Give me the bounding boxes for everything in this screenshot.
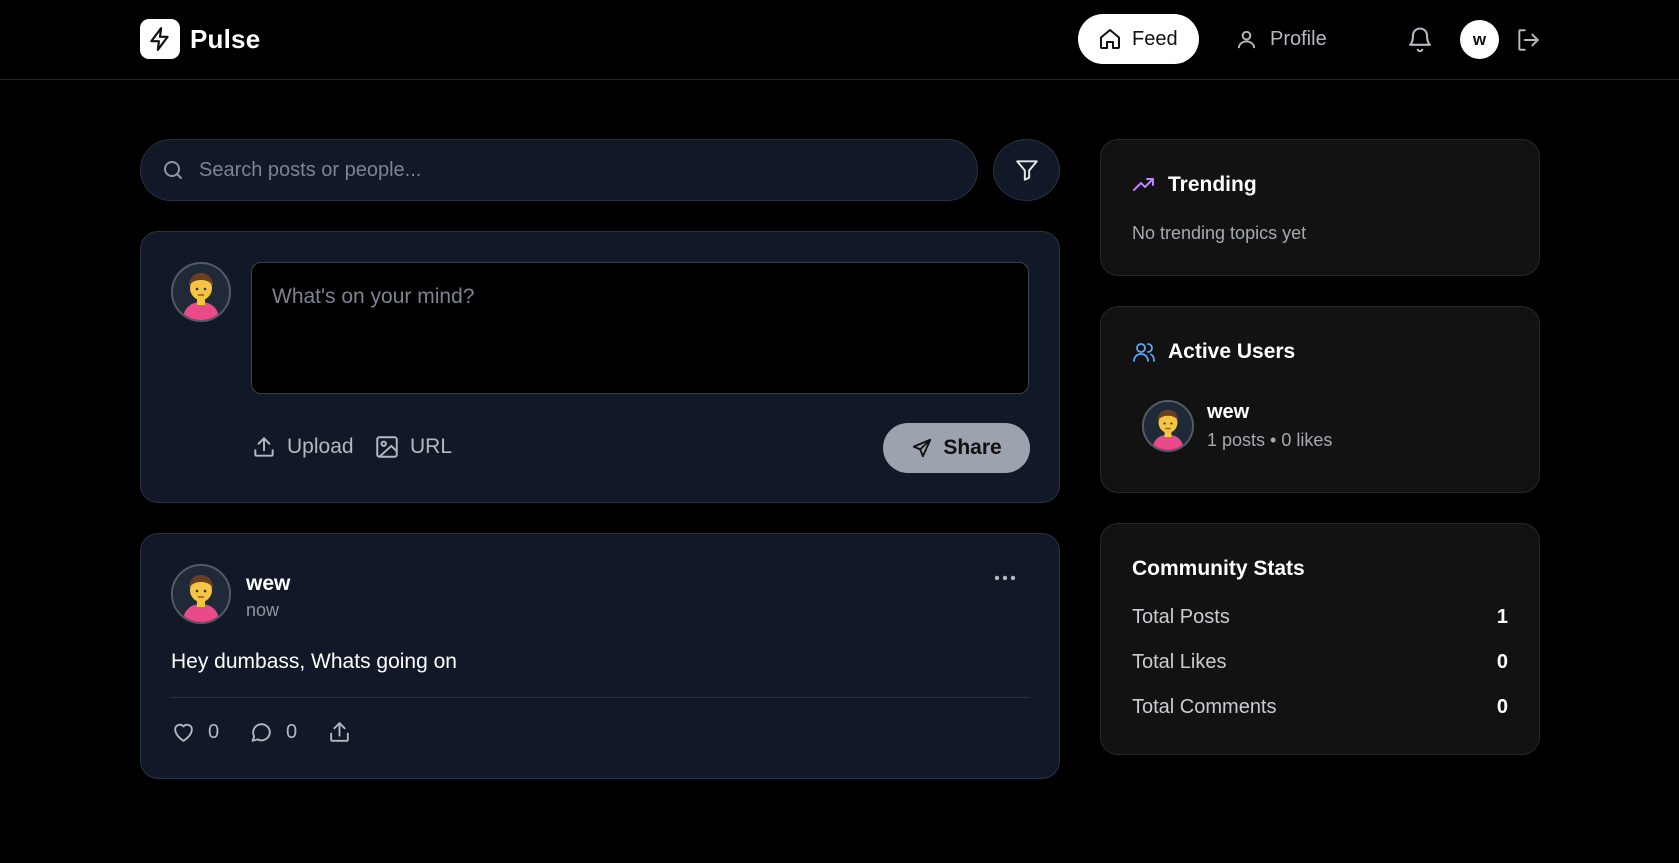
search-input[interactable] (199, 158, 899, 182)
user-icon (1235, 28, 1258, 51)
post-textarea[interactable] (251, 262, 1029, 394)
trending-title-row: Trending (1132, 173, 1257, 197)
stat-value: 1 (1496, 606, 1508, 628)
heart-icon (171, 720, 196, 745)
top-navbar: Pulse Feed Profile w (0, 0, 1679, 80)
trending-icon (1132, 173, 1156, 197)
stat-value: 0 (1496, 651, 1508, 673)
share-icon (327, 720, 352, 745)
divider (171, 697, 1029, 698)
community-stats-title: Community Stats (1132, 557, 1305, 580)
stat-label: Total Comments (1132, 696, 1277, 718)
url-button[interactable]: URL (374, 434, 452, 460)
nav-feed-label: Feed (1132, 27, 1178, 50)
more-icon[interactable] (993, 574, 1017, 582)
share-button[interactable] (327, 720, 352, 745)
filter-button[interactable] (993, 139, 1060, 201)
share-post-button[interactable]: Share (883, 423, 1030, 473)
search-bar[interactable] (140, 139, 978, 201)
nav-feed[interactable]: Feed (1078, 14, 1199, 64)
bell-icon[interactable] (1406, 24, 1434, 54)
nav-profile-label: Profile (1270, 27, 1327, 50)
avatar[interactable] (171, 564, 231, 624)
url-label: URL (410, 435, 453, 458)
active-user-meta: 1 posts • 0 likes (1207, 430, 1333, 450)
users-icon (1132, 340, 1156, 364)
stat-row-likes: Total Likes 0 (1132, 651, 1508, 674)
post-text: Hey dumbass, Whats going on (171, 650, 457, 673)
share-label: Share (943, 436, 1002, 459)
post-card: wew now Hey dumbass, Whats going on 0 0 (140, 533, 1060, 779)
like-count: 0 (208, 721, 220, 743)
post-author[interactable]: wew (246, 572, 290, 596)
community-stats-card: Community Stats Total Posts 1 Total Like… (1100, 523, 1540, 755)
send-icon (911, 437, 933, 459)
home-icon (1098, 27, 1122, 51)
comment-icon (249, 720, 274, 745)
stat-label: Total Posts (1132, 606, 1230, 628)
brand[interactable]: Pulse (140, 19, 260, 59)
stat-label: Total Likes (1132, 651, 1227, 673)
search-icon (161, 158, 185, 182)
post-timestamp: now (246, 600, 280, 620)
trending-title: Trending (1168, 173, 1257, 196)
post-composer: Upload URL Share (140, 231, 1060, 503)
comment-count: 0 (286, 721, 298, 743)
image-icon (374, 434, 400, 460)
active-users-card: Active Users wew 1 posts • 0 likes (1100, 306, 1540, 493)
user-avatar-button[interactable]: w (1460, 20, 1499, 59)
upload-icon (251, 434, 277, 460)
zap-icon (140, 19, 180, 59)
active-users-title: Active Users (1168, 340, 1296, 363)
like-button[interactable]: 0 (171, 720, 219, 745)
logout-icon[interactable] (1515, 27, 1541, 53)
brand-name: Pulse (190, 23, 261, 54)
trending-empty-text: No trending topics yet (1132, 223, 1307, 243)
active-user-name[interactable]: wew (1207, 401, 1249, 424)
trending-card: Trending No trending topics yet (1100, 139, 1540, 276)
avatar (171, 262, 231, 322)
active-users-title-row: Active Users (1132, 340, 1295, 364)
stat-row-comments: Total Comments 0 (1132, 696, 1508, 719)
upload-button[interactable]: Upload (251, 434, 354, 460)
stat-row-posts: Total Posts 1 (1132, 606, 1508, 629)
stat-value: 0 (1496, 696, 1508, 718)
upload-label: Upload (287, 435, 354, 458)
filter-icon (1014, 157, 1040, 183)
avatar[interactable] (1142, 400, 1194, 452)
nav-profile[interactable]: Profile (1235, 14, 1327, 64)
comment-button[interactable]: 0 (249, 720, 297, 745)
